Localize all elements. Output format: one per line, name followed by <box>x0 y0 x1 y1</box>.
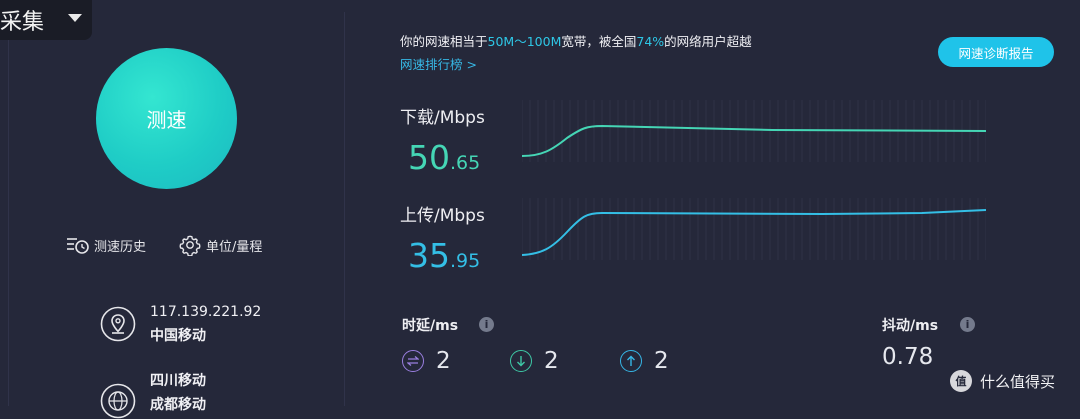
start-speedtest-label: 测速 <box>146 108 187 132</box>
summary-suffix: 的网络用户超越 <box>664 34 752 49</box>
left-edge-line <box>8 40 9 406</box>
jitter-value: 0.78 <box>882 344 934 370</box>
server-line2: 成都移动 <box>150 397 206 413</box>
latency-stat-down: 2 <box>510 348 559 374</box>
upload-label: 上传/Mbps <box>400 206 485 226</box>
speedtest-history-button[interactable]: 测速历史 <box>66 234 146 256</box>
smzdm-logo: 值 <box>950 370 972 392</box>
speed-summary: 你的网速相当于50M～100M宽带，被全国74%的网络用户超越 <box>400 31 752 50</box>
latency-up-value: 2 <box>654 348 669 374</box>
server-line1: 四川移动 <box>150 373 206 389</box>
watermark: 值 什么值得买 <box>950 370 1055 392</box>
download-int: 50 <box>408 138 450 177</box>
history-list-icon <box>67 238 89 254</box>
download-label: 下载/Mbps <box>400 108 485 128</box>
latency-info-icon[interactable]: i <box>479 317 494 332</box>
ip-address: 117.139.221.92 <box>150 304 262 320</box>
latency-stat-up: 2 <box>620 348 669 374</box>
unit-range-button[interactable]: 单位/量程 <box>178 234 262 256</box>
upload-int: 35 <box>408 236 450 275</box>
latency-total-value: 2 <box>436 348 451 374</box>
start-speedtest-button[interactable]: 测速 <box>96 48 237 189</box>
panel-divider <box>344 12 345 406</box>
download-value: 50.65 <box>408 138 480 177</box>
unit-range-label: 单位/量程 <box>206 239 263 255</box>
speed-diagnosis-button[interactable]: 网速诊断报告 <box>938 37 1054 67</box>
upload-graph-grid <box>522 198 986 260</box>
summary-percent: 74% <box>636 34 665 49</box>
download-frac: .65 <box>450 152 481 174</box>
summary-middle: 宽带，被全国 <box>561 34 637 49</box>
history-label: 测速历史 <box>94 239 147 255</box>
swap-arrows-icon <box>402 350 424 372</box>
upload-speed-graph <box>522 198 986 260</box>
upload-value: 35.95 <box>408 236 480 275</box>
jitter-info-icon[interactable]: i <box>960 317 975 332</box>
arrow-up-icon <box>620 350 642 372</box>
ip-isp: 中国移动 <box>150 328 206 344</box>
gear-icon <box>179 235 201 256</box>
latency-label: 时延/ms <box>402 318 459 334</box>
latency-down-value: 2 <box>544 348 559 374</box>
latency-stat-total: 2 <box>402 348 451 374</box>
summary-bandwidth: 50M～100M <box>487 34 562 49</box>
download-speed-graph <box>522 100 986 162</box>
arrow-down-icon <box>510 350 532 372</box>
watermark-text: 什么值得买 <box>980 372 1056 391</box>
upload-frac: .95 <box>450 250 481 272</box>
jitter-label: 抖动/ms <box>882 318 939 334</box>
location-pin-icon <box>100 306 136 342</box>
globe-icon <box>100 383 136 419</box>
left-panel: 测速 测速历史 单位/量程 117.139.221.92 中国移动 四川移动 成… <box>0 0 345 419</box>
speed-ranking-link[interactable]: 网速排行榜 > <box>400 54 477 73</box>
summary-prefix: 你的网速相当于 <box>400 34 488 49</box>
